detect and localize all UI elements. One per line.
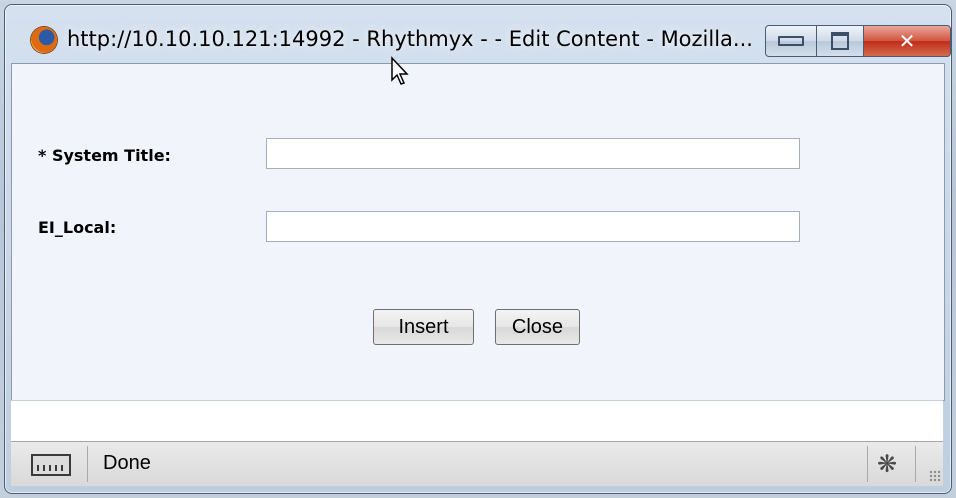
system-title-label: * System Title: — [38, 146, 171, 165]
close-window-button[interactable]: ✕ — [863, 25, 951, 57]
status-display-icon — [31, 454, 71, 476]
close-button[interactable]: Close — [495, 309, 580, 345]
status-divider — [867, 446, 868, 482]
mouse-pointer-icon — [391, 56, 409, 85]
close-icon: ✕ — [898, 29, 916, 53]
maximize-button[interactable] — [816, 25, 864, 57]
status-divider — [87, 446, 88, 482]
title-bar[interactable]: http://10.10.10.121:14992 - Rhythmyx - -… — [5, 5, 951, 63]
maximize-icon — [831, 32, 849, 50]
minimize-button[interactable] — [765, 25, 817, 57]
bug-icon[interactable]: ❋ — [877, 450, 897, 478]
ei-local-label: EI_Local: — [38, 218, 117, 237]
content-bottom-area — [11, 400, 943, 441]
firefox-icon — [31, 27, 57, 53]
status-bar: Done ❋ — [11, 441, 943, 486]
browser-popup-window: http://10.10.10.121:14992 - Rhythmyx - -… — [4, 4, 952, 494]
system-title-input[interactable] — [266, 138, 800, 169]
ei-local-input[interactable] — [266, 211, 800, 242]
minimize-icon — [778, 36, 804, 46]
status-text: Done — [103, 452, 151, 474]
window-title: http://10.10.10.121:14992 - Rhythmyx - -… — [67, 27, 753, 51]
status-divider — [915, 446, 916, 482]
resize-grip-icon[interactable] — [929, 470, 941, 482]
page-content: * System Title: EI_Local: Insert Close — [11, 63, 945, 401]
insert-button[interactable]: Insert — [373, 309, 474, 345]
